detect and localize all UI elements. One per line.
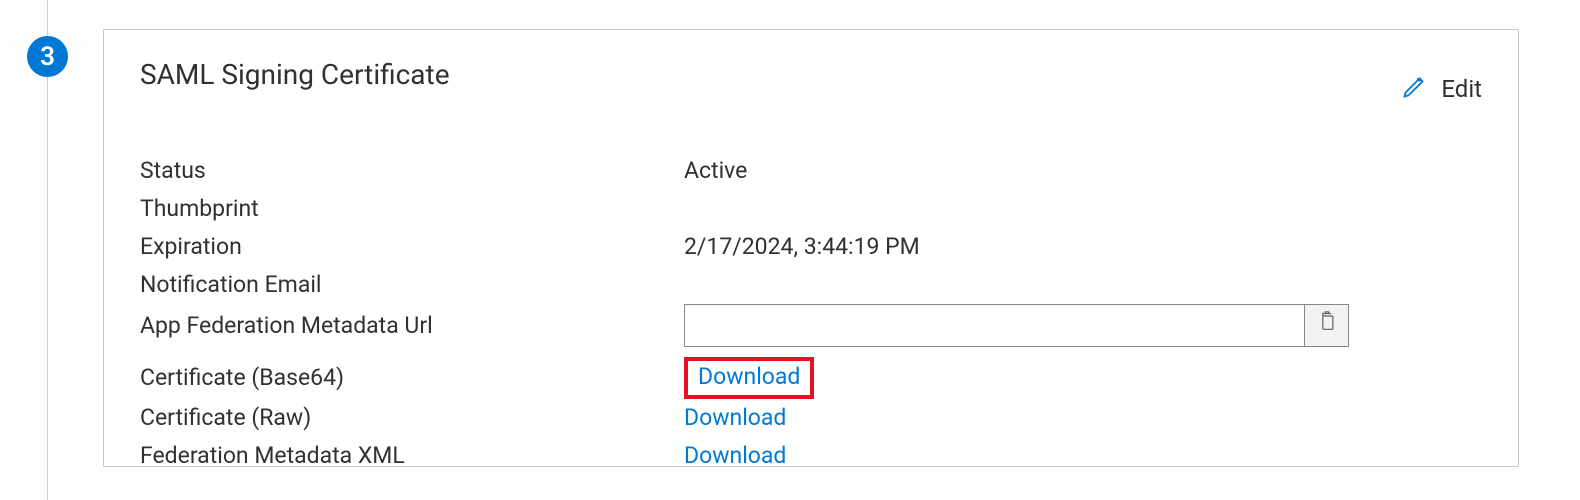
copy-icon	[1317, 309, 1337, 341]
metadata-xml-row: Federation Metadata XML Download	[140, 437, 1482, 475]
highlight-annotation: Download	[684, 357, 814, 399]
cert-base64-label: Certificate (Base64)	[140, 362, 684, 394]
status-label: Status	[140, 155, 684, 187]
pencil-icon	[1401, 72, 1429, 106]
federation-url-field	[684, 304, 1349, 347]
expiration-label: Expiration	[140, 231, 684, 263]
saml-signing-certificate-card: SAML Signing Certificate Edit Status Act…	[103, 29, 1519, 467]
step-number: 3	[40, 42, 55, 72]
federation-url-label: App Federation Metadata Url	[140, 304, 684, 342]
federation-url-row: App Federation Metadata Url	[140, 304, 1482, 347]
status-row: Status Active	[140, 152, 1482, 190]
thumbprint-row: Thumbprint	[140, 190, 1482, 228]
cert-base64-download-link[interactable]: Download	[698, 363, 800, 390]
cert-raw-download-link[interactable]: Download	[684, 402, 786, 434]
step-number-badge: 3	[27, 36, 68, 77]
edit-button[interactable]: Edit	[1401, 72, 1482, 106]
status-value: Active	[684, 155, 747, 187]
notification-email-row: Notification Email	[140, 266, 1482, 304]
card-title: SAML Signing Certificate	[140, 58, 450, 91]
metadata-xml-label: Federation Metadata XML	[140, 440, 684, 472]
edit-label: Edit	[1441, 75, 1482, 103]
metadata-xml-download-link[interactable]: Download	[684, 440, 786, 472]
federation-url-input[interactable]	[685, 305, 1304, 346]
cert-raw-label: Certificate (Raw)	[140, 402, 684, 434]
cert-base64-row: Certificate (Base64) Download	[140, 357, 1482, 399]
expiration-value: 2/17/2024, 3:44:19 PM	[684, 231, 920, 263]
thumbprint-label: Thumbprint	[140, 193, 684, 225]
expiration-row: Expiration 2/17/2024, 3:44:19 PM	[140, 228, 1482, 266]
card-header: SAML Signing Certificate Edit	[140, 58, 1482, 106]
copy-button[interactable]	[1304, 305, 1348, 346]
cert-raw-row: Certificate (Raw) Download	[140, 399, 1482, 437]
notification-email-label: Notification Email	[140, 269, 684, 301]
